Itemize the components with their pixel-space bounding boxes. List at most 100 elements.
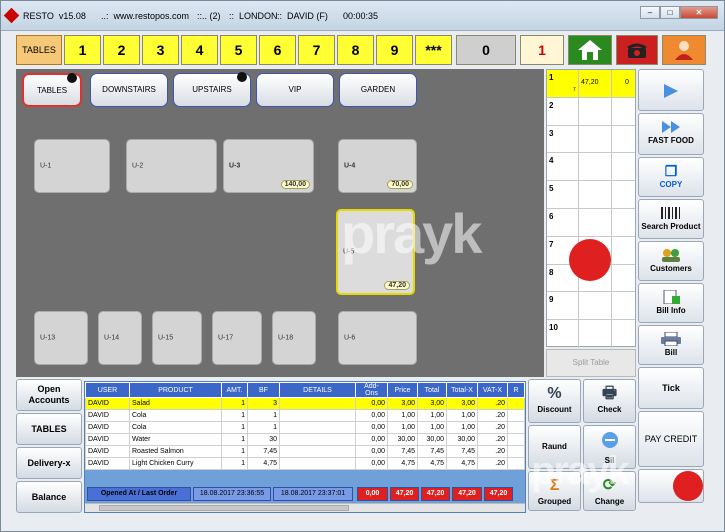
- table-number-4[interactable]: 4: [181, 35, 218, 65]
- tab-label: GARDEN: [360, 85, 396, 94]
- cell-total-x: 30,00: [446, 433, 478, 446]
- split-row[interactable]: 4: [547, 153, 635, 182]
- cell-vat-x: .20: [477, 457, 508, 470]
- discount-button[interactable]: % Discount: [528, 379, 581, 423]
- change-label: Change: [594, 497, 625, 506]
- next-arrow-button[interactable]: [638, 69, 704, 111]
- split-row[interactable]: 5: [547, 181, 635, 209]
- split-row[interactable]: 9: [547, 292, 635, 321]
- table-u3[interactable]: U-3 140,00: [223, 139, 314, 193]
- close-icon[interactable]: ✕: [680, 6, 718, 19]
- customers-button[interactable]: Customers: [638, 241, 704, 281]
- copy-label: COPY: [659, 180, 683, 189]
- tab-garden[interactable]: GARDEN: [339, 73, 417, 107]
- split-row[interactable]: 10: [547, 320, 635, 348]
- table-number-6[interactable]: 6: [259, 35, 296, 65]
- tab-vip[interactable]: VIP: [256, 73, 334, 107]
- cell-bf: 1: [247, 409, 280, 422]
- split-row[interactable]: 3: [547, 125, 635, 154]
- maximize-icon[interactable]: □: [660, 6, 680, 19]
- table-u13[interactable]: U-13: [34, 311, 88, 365]
- table-number-3[interactable]: 3: [142, 35, 179, 65]
- tab-upstairs[interactable]: UPSTAIRS: [173, 72, 251, 107]
- split-row[interactable]: 6: [547, 209, 635, 237]
- col-total[interactable]: Total: [417, 382, 447, 398]
- home-icon[interactable]: [568, 35, 612, 65]
- table-u14[interactable]: U-14: [98, 311, 142, 365]
- table-u6[interactable]: U-6: [338, 311, 417, 365]
- table-number-1[interactable]: 1: [64, 35, 101, 65]
- bill-button[interactable]: Bill: [638, 325, 704, 365]
- copy-button[interactable]: ❐ COPY: [638, 157, 704, 197]
- search-product-button[interactable]: Search Product: [638, 199, 704, 239]
- table-u18[interactable]: U-18: [272, 311, 316, 365]
- cell-total: 7,45: [417, 445, 447, 458]
- table-u1[interactable]: U-1: [34, 139, 110, 193]
- scrollbar-thumb[interactable]: [99, 505, 349, 511]
- cell-total-x: 3,00: [446, 397, 478, 410]
- order-row[interactable]: DAVID Cola 1 1 0,00 1,00 1,00 1,00.20: [85, 409, 525, 422]
- order-row[interactable]: DAVID Light Chicken Curry 1 4,75 0,00 4,75 4,7…: [85, 457, 525, 470]
- table-number-7[interactable]: 7: [298, 35, 335, 65]
- table-u2[interactable]: U-2: [126, 139, 217, 193]
- tab-tables[interactable]: TABLES: [22, 73, 82, 107]
- cell-details: [279, 421, 356, 434]
- cell-details: [279, 409, 356, 422]
- table-number-8[interactable]: 8: [337, 35, 374, 65]
- user-icon[interactable]: [662, 35, 706, 65]
- table-number-2[interactable]: 2: [103, 35, 140, 65]
- pay-credit-button[interactable]: PAY CREDIT: [638, 411, 704, 467]
- copy-icon: ❐: [664, 163, 678, 179]
- session-count: ::.. (2): [197, 11, 221, 21]
- tab-label: UPSTAIRS: [192, 85, 232, 94]
- table-u4[interactable]: U-4 70,00: [338, 139, 417, 193]
- split-row[interactable]: 2: [547, 97, 635, 126]
- delivery-button[interactable]: Delivery-x: [16, 447, 82, 479]
- cell-product: Roasted Salmon: [129, 445, 222, 458]
- cell-addons: 0,00: [355, 433, 388, 446]
- tab-downstairs[interactable]: DOWNSTAIRS: [90, 73, 168, 107]
- order-panel: USER PRODUCT AMT. BF DETAILS Add-Ons Pri…: [84, 381, 526, 513]
- check-button[interactable]: 🖶 Check: [583, 379, 636, 423]
- tables-side-button[interactable]: TABLES: [16, 413, 82, 445]
- col-bf[interactable]: BF: [247, 382, 280, 398]
- col-amt[interactable]: AMT.: [221, 382, 248, 398]
- order-row[interactable]: DAVID Roasted Salmon 1 7,45 0,00 7,45 7,45 7,45…: [85, 445, 525, 458]
- col-r[interactable]: R: [507, 382, 525, 398]
- cell-amt: 1: [221, 397, 248, 410]
- order-row[interactable]: DAVID Cola 1 1 0,00 1,00 1,00 1,00.20: [85, 421, 525, 434]
- order-row[interactable]: DAVID Salad 1 3 0,00 3,00 3,00 3,00.20: [85, 397, 525, 410]
- col-details[interactable]: DETAILS: [279, 382, 356, 398]
- col-product[interactable]: PRODUCT: [129, 382, 222, 398]
- col-addons[interactable]: Add-Ons: [355, 382, 388, 398]
- table-u17[interactable]: U-17: [212, 311, 262, 365]
- total-total: 47,20: [421, 487, 450, 501]
- phone-icon[interactable]: [616, 35, 658, 65]
- table-number-9[interactable]: 9: [376, 35, 413, 65]
- split-row[interactable]: 1 47,20 0 7: [547, 70, 635, 98]
- tab-label: TABLES: [36, 86, 68, 95]
- order-row[interactable]: DAVID Water 1 30 0,00 30,00 30,00 30,00.20: [85, 433, 525, 446]
- minimize-icon[interactable]: –: [640, 6, 660, 19]
- horizontal-scrollbar[interactable]: [85, 503, 525, 512]
- col-price[interactable]: Price: [387, 382, 418, 398]
- split-table-button[interactable]: Split Table: [546, 349, 636, 377]
- open-accounts-button[interactable]: Open Accounts: [16, 379, 82, 411]
- row-extra: 0: [625, 79, 629, 86]
- tables-button[interactable]: TABLES: [16, 35, 62, 65]
- tick-button[interactable]: Tick: [638, 367, 704, 409]
- table-u15[interactable]: U-15: [152, 311, 202, 365]
- col-user[interactable]: USER: [85, 382, 130, 398]
- bill-info-button[interactable]: Bill Info: [638, 283, 704, 323]
- col-vat-x[interactable]: VAT-X: [477, 382, 508, 398]
- table-number-5[interactable]: 5: [220, 35, 257, 65]
- fast-food-button[interactable]: FAST FOOD: [638, 113, 704, 155]
- row-number: 1: [549, 73, 554, 82]
- cell-bf: 30: [247, 433, 280, 446]
- total-vat-x: 47,20: [484, 487, 513, 501]
- table-label: U-6: [344, 334, 356, 342]
- col-total-x[interactable]: Total-X: [446, 382, 478, 398]
- balance-button[interactable]: Balance: [16, 481, 82, 513]
- percent-icon: %: [547, 385, 562, 402]
- more-tables-button[interactable]: ***: [415, 35, 452, 65]
